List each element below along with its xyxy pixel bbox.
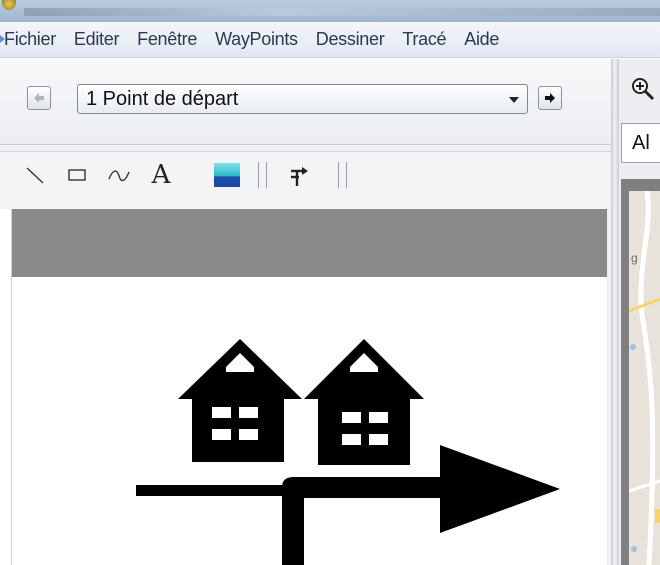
- toolbar-separator: [258, 162, 259, 188]
- line-icon: [26, 167, 44, 184]
- fill-color-icon: [214, 163, 240, 187]
- menu-waypoints[interactable]: WayPoints: [206, 29, 307, 50]
- house-icon: [178, 339, 302, 462]
- waypoint-editor-pane: 1 Point de départ A: [0, 59, 611, 565]
- menu-arrow-icon: [0, 32, 5, 46]
- map-roads: [629, 191, 660, 565]
- turn-arrow-icon: [291, 167, 308, 186]
- menu-bar: Fichier Editer Fenêtre WayPoints Dessine…: [0, 22, 660, 58]
- menu-trace[interactable]: Tracé: [393, 29, 455, 50]
- toolbar-separator: [266, 162, 267, 188]
- app-icon: [2, 0, 16, 10]
- title-bar-fill: [24, 8, 660, 16]
- title-bar: [0, 0, 660, 22]
- rectangle-tool-button[interactable]: [62, 160, 92, 190]
- waypoint-dropdown-value: 1 Point de départ: [86, 87, 239, 110]
- curve-icon: [108, 170, 130, 182]
- map-view[interactable]: g: [629, 191, 660, 565]
- canvas-header-band: [12, 209, 607, 277]
- waypoint-navigator: 1 Point de départ: [0, 59, 611, 145]
- zoom-in-icon[interactable]: [629, 75, 655, 101]
- drawing-toolbar: A: [0, 151, 611, 209]
- arrow-left-icon: [34, 93, 44, 103]
- toolbar-separator: [338, 162, 339, 188]
- house-icon: [304, 339, 424, 465]
- fill-color-tool-button[interactable]: [210, 160, 244, 190]
- menu-aide[interactable]: Aide: [455, 29, 508, 50]
- road-sign-drawing: [136, 339, 560, 565]
- previous-waypoint-button[interactable]: [27, 86, 51, 110]
- chevron-down-icon: [509, 97, 519, 103]
- map-frame: g: [621, 179, 660, 565]
- drawing-canvas[interactable]: [12, 277, 607, 565]
- menu-fichier[interactable]: Fichier: [0, 29, 65, 50]
- line-tool-button[interactable]: [20, 160, 50, 190]
- toolbar-separator: [346, 162, 347, 188]
- text-tool-glyph: A: [151, 160, 171, 190]
- rectangle-icon: [68, 169, 86, 181]
- next-waypoint-button[interactable]: [538, 86, 562, 110]
- menu-fenetre[interactable]: Fenêtre: [128, 29, 206, 50]
- map-search-field[interactable]: Al: [621, 123, 660, 163]
- turn-arrow-tool-button[interactable]: [284, 160, 314, 190]
- curve-tool-button[interactable]: [104, 160, 134, 190]
- menu-editer[interactable]: Editer: [65, 29, 128, 50]
- map-place-label: g: [631, 251, 638, 265]
- text-tool-button[interactable]: A: [146, 160, 176, 190]
- arrow-right-icon: [545, 93, 555, 103]
- pane-border: [0, 151, 12, 565]
- menu-dessiner[interactable]: Dessiner: [307, 29, 394, 50]
- map-pane: Al g: [619, 59, 660, 565]
- pane-splitter[interactable]: [611, 59, 619, 565]
- waypoint-dropdown[interactable]: 1 Point de départ: [77, 84, 528, 114]
